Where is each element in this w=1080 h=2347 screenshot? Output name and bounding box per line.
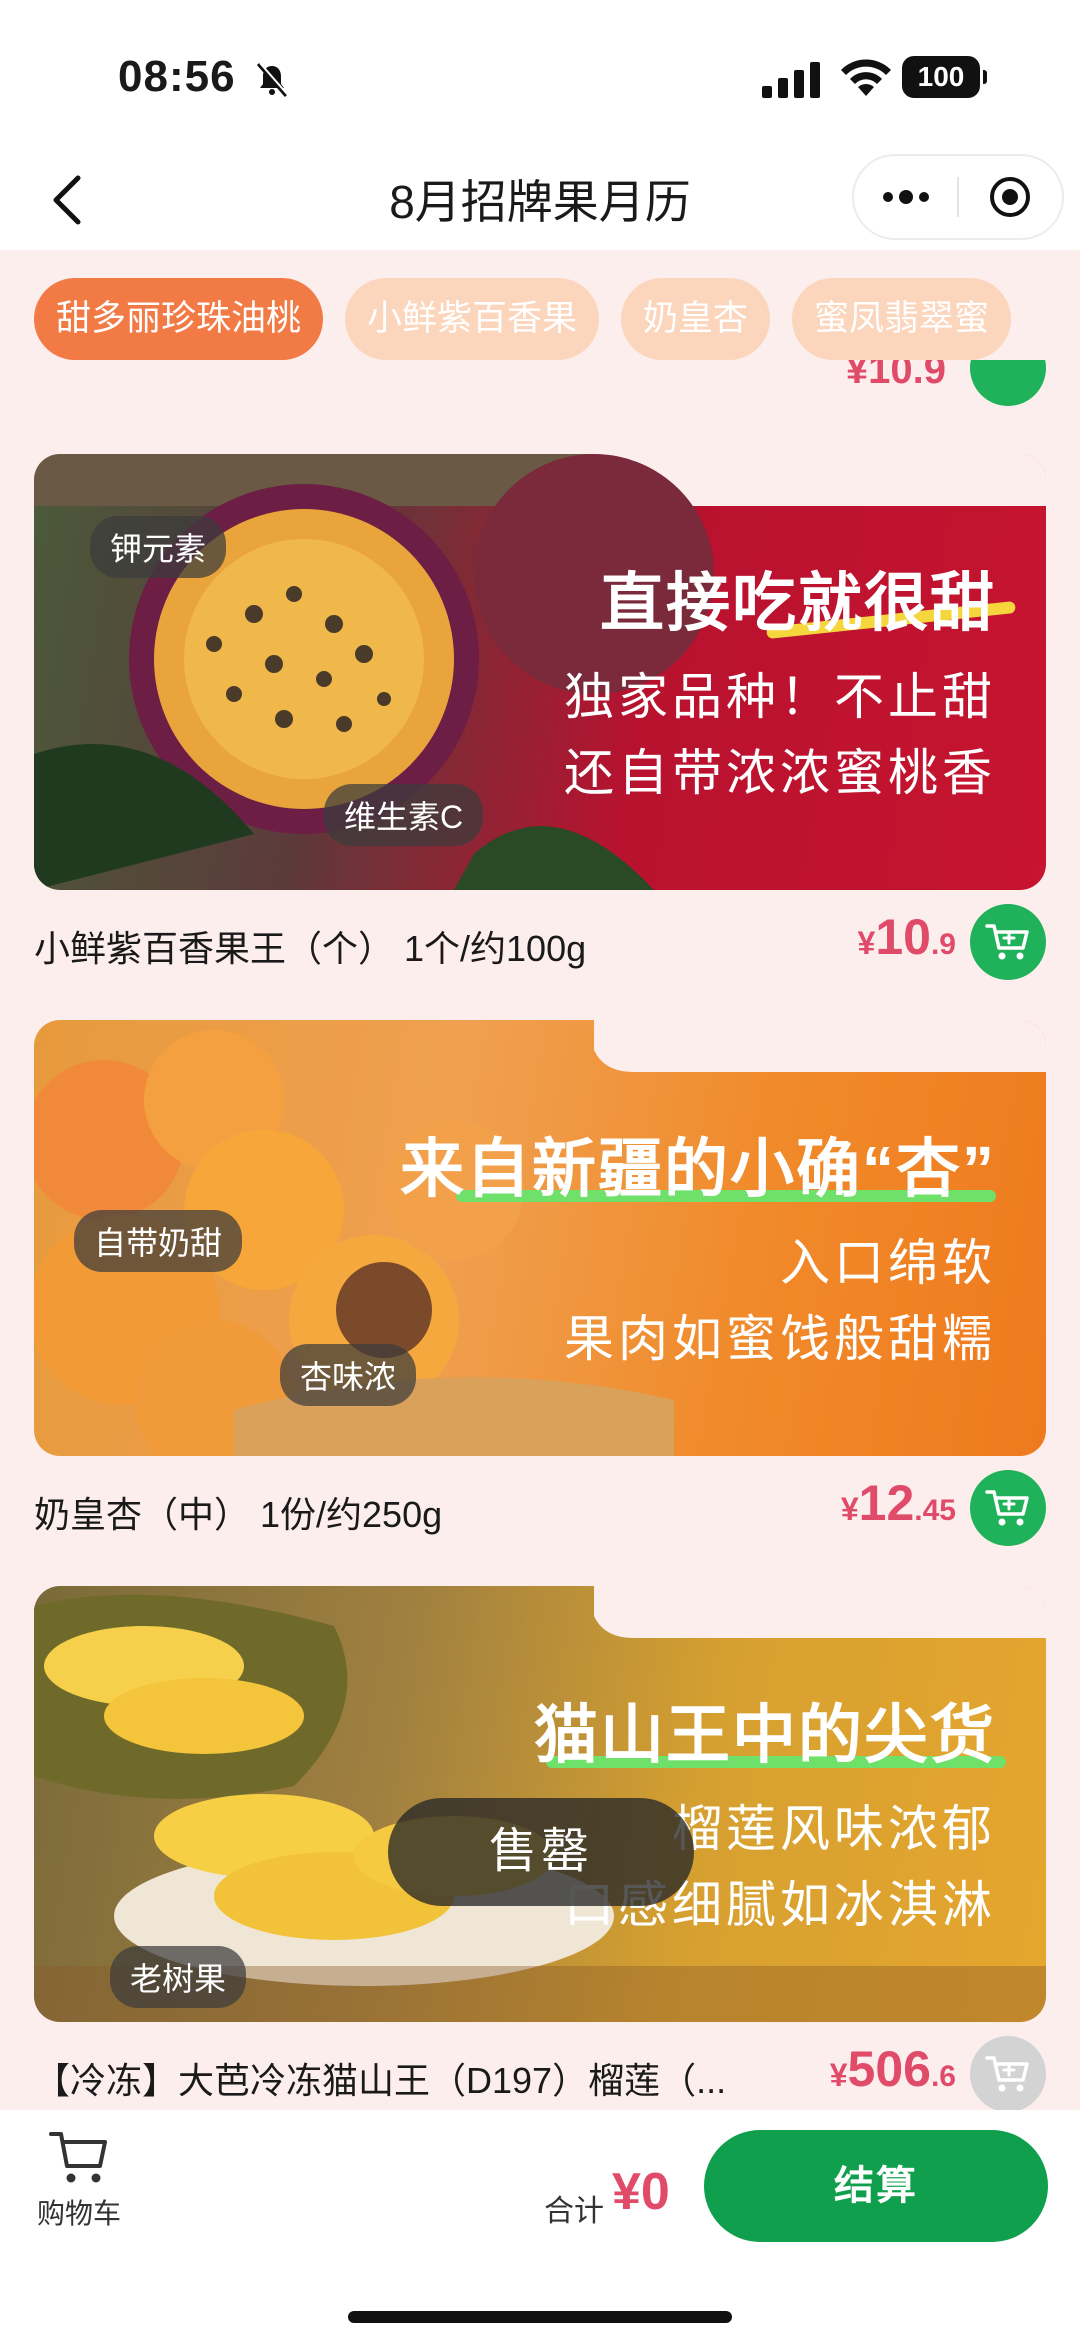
banner-headline: 猫山王中的尖货 — [534, 1699, 996, 1771]
banner-subline: 榴莲风味浓郁 — [672, 1801, 996, 1857]
cart-icon — [985, 1490, 1029, 1526]
cart-icon — [985, 924, 1029, 960]
tab-nectarine[interactable]: 甜多丽珍珠油桃 — [34, 278, 324, 360]
sold-out-overlay: 售罄 — [388, 1798, 694, 1906]
product-card[interactable]: 自带奶甜 杏味浓 来自新疆的小确“杏” 入口绵软 果肉如蜜饯般甜糯 奶皇杏（中）… — [34, 1020, 1046, 1566]
product-price: ¥10.9 — [857, 909, 956, 965]
product-info: 【冷冻】大芭冷冻猫山王（D197）榴莲（... ¥506.6 — [34, 2022, 1046, 2110]
product-card[interactable]: 钾元素 维生素C 直接吃就很甜 独家品种！不止甜 还自带浓浓蜜桃香 小鲜紫百香果… — [34, 454, 1046, 1000]
banner-subline: 果肉如蜜饯般甜糯 — [564, 1311, 996, 1367]
target-close-icon — [990, 177, 1031, 217]
tab-jade-honey[interactable]: 蜜凤翡翠蜜 — [792, 278, 1012, 360]
battery-indicator: 100 — [902, 56, 987, 98]
total-label: 合计 — [544, 2195, 604, 2228]
bell-mute-icon — [256, 62, 289, 97]
nav-bar: 8月招牌果月历 — [0, 150, 1080, 250]
category-tabs: 甜多丽珍珠油桃 小鲜紫百香果 奶皇杏 蜜凤翡翠蜜 — [34, 278, 1080, 360]
product-tag: 自带奶甜 — [74, 1210, 243, 1272]
shopping-cart-button[interactable]: 购物车 — [24, 2128, 134, 2248]
wifi-icon — [841, 59, 891, 96]
cart-label: 购物车 — [36, 2198, 121, 2229]
add-to-cart-button[interactable] — [970, 1470, 1046, 1546]
close-miniprogram-button[interactable] — [959, 156, 1062, 238]
product-tag: 杏味浓 — [280, 1344, 417, 1406]
more-button[interactable] — [854, 156, 957, 238]
cart-icon — [985, 2056, 1029, 2092]
product-name: 奶皇杏（中） 1份/约250g — [34, 1494, 443, 1535]
add-to-cart-button[interactable] — [970, 904, 1046, 980]
product-tag: 老树果 — [110, 1946, 247, 2008]
checkout-button[interactable]: 结算 — [704, 2130, 1048, 2242]
tab-apricot[interactable]: 奶皇杏 — [621, 278, 771, 360]
partial-price: ¥10.9 — [845, 360, 946, 392]
signal-icon — [762, 62, 820, 98]
banner-subline: 还自带浓浓蜜桃香 — [564, 745, 996, 801]
product-name: 小鲜紫百香果王（个） 1个/约100g — [34, 928, 587, 969]
product-name: 【冷冻】大芭冷冻猫山王（D197）榴莲（... — [34, 2060, 727, 2101]
mini-program-capsule — [852, 154, 1064, 240]
banner-subline: 入口绵软 — [780, 1235, 996, 1291]
cart-icon — [49, 2132, 107, 2183]
more-dots-icon — [882, 190, 929, 204]
home-indicator — [348, 2311, 732, 2323]
banner-headline: 直接吃就很甜 — [600, 567, 996, 639]
partial-add-cart-button[interactable] — [970, 360, 1046, 406]
product-info: 奶皇杏（中） 1份/约250g ¥12.45 — [34, 1456, 1046, 1566]
product-tag: 维生素C — [324, 784, 484, 846]
total-amount: ¥0 — [612, 2163, 670, 2221]
status-time: 08:56 — [118, 52, 236, 101]
product-banner: 钾元素 维生素C 直接吃就很甜 独家品种！不止甜 还自带浓浓蜜桃香 — [34, 454, 1046, 890]
product-price: ¥12.45 — [840, 1475, 956, 1531]
banner-headline: 来自新疆的小确“杏” — [400, 1133, 996, 1205]
product-price: ¥506.6 — [829, 2041, 956, 2097]
status-bar: 08:56 100 — [0, 0, 1080, 150]
partial-product-row: ¥10.9 — [34, 360, 1046, 420]
product-card[interactable]: 老树果 猫山王中的尖货 榴莲风味浓郁 口感细腻如冰淇淋 售罄 【冷冻】大芭冷冻猫… — [34, 1586, 1046, 2110]
add-to-cart-button-disabled — [970, 2036, 1046, 2110]
product-info: 小鲜紫百香果王（个） 1个/约100g ¥10.9 — [34, 890, 1046, 1000]
product-banner: 自带奶甜 杏味浓 来自新疆的小确“杏” 入口绵软 果肉如蜜饯般甜糯 — [34, 1020, 1046, 1456]
product-banner: 老树果 猫山王中的尖货 榴莲风味浓郁 口感细腻如冰淇淋 售罄 — [34, 1586, 1046, 2022]
tab-passion-fruit[interactable]: 小鲜紫百香果 — [345, 278, 600, 360]
product-tag: 钾元素 — [90, 516, 227, 578]
product-list[interactable]: ¥10.9 钾元素 维生素C 直接吃就很甜 独家品种！不止甜 还自带浓浓蜜桃香 … — [0, 360, 1080, 2110]
banner-subline: 独家品种！不止甜 — [564, 669, 996, 725]
